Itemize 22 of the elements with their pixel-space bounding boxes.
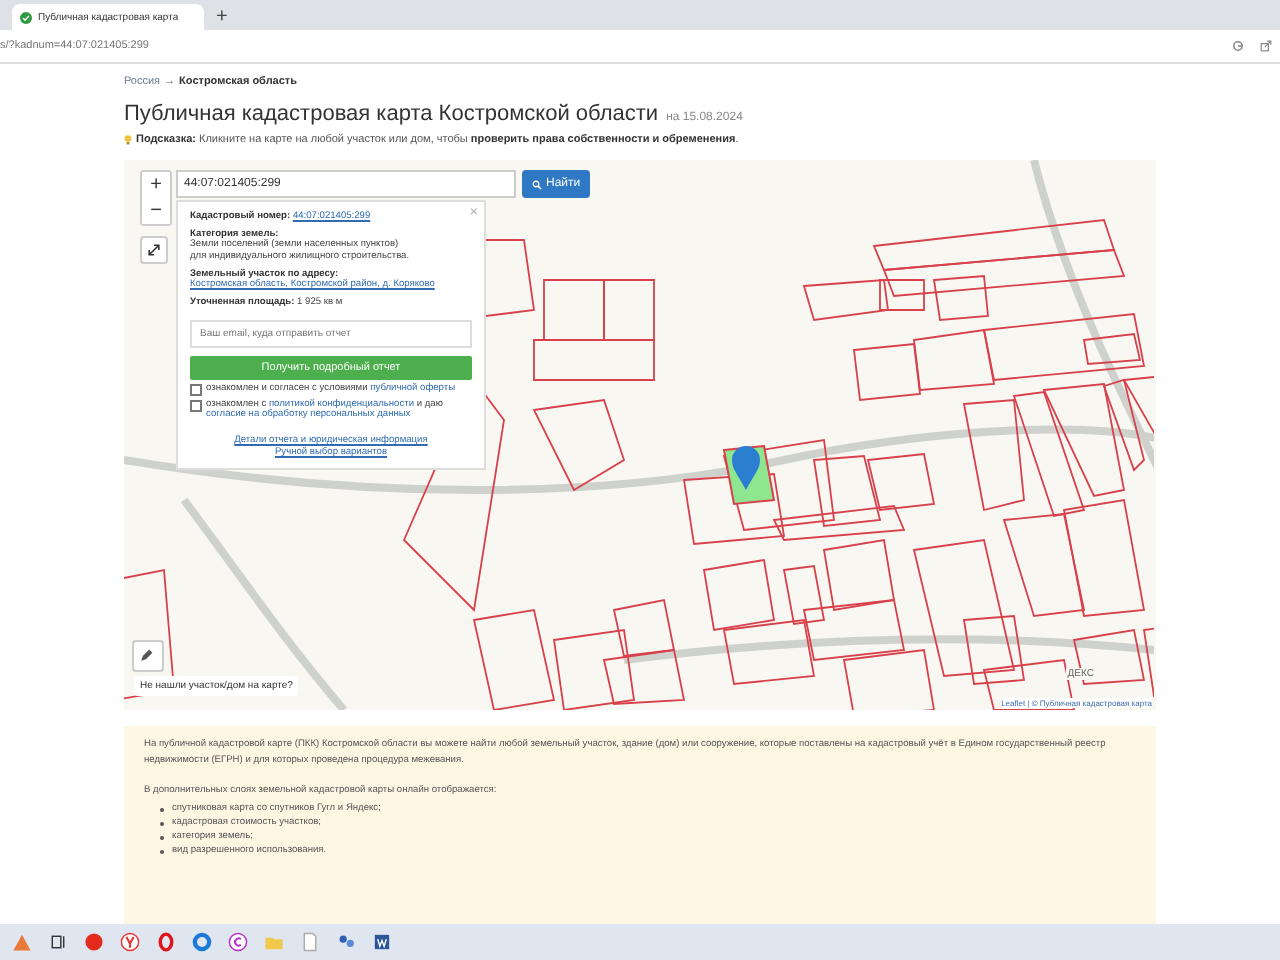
new-tab-button[interactable]: + [216, 4, 228, 30]
filled-circle-icon[interactable] [84, 932, 104, 952]
draw-button[interactable] [132, 640, 164, 672]
map-marker-icon[interactable] [732, 446, 760, 490]
ring-circle-icon[interactable] [192, 932, 212, 952]
start-icon[interactable] [12, 932, 32, 952]
pencil-icon [138, 648, 154, 664]
document-icon[interactable] [300, 932, 320, 952]
lightbulb-icon [124, 134, 132, 146]
people-icon[interactable] [336, 932, 356, 952]
check-circle-icon [20, 11, 32, 23]
share-icon[interactable] [1260, 40, 1272, 52]
task-view-icon[interactable] [48, 932, 68, 952]
fullscreen-button[interactable] [140, 236, 168, 264]
c-logo-icon[interactable] [228, 932, 248, 952]
consent-checkbox[interactable] [190, 400, 202, 412]
consent-checkbox[interactable] [190, 384, 202, 396]
expand-arrows-icon [146, 242, 162, 258]
search-icon [532, 179, 542, 189]
ring-icon[interactable] [156, 932, 176, 952]
word-doc-icon[interactable] [372, 932, 392, 952]
page-title: Публичная кадастровая карта Костромской области [124, 102, 659, 126]
